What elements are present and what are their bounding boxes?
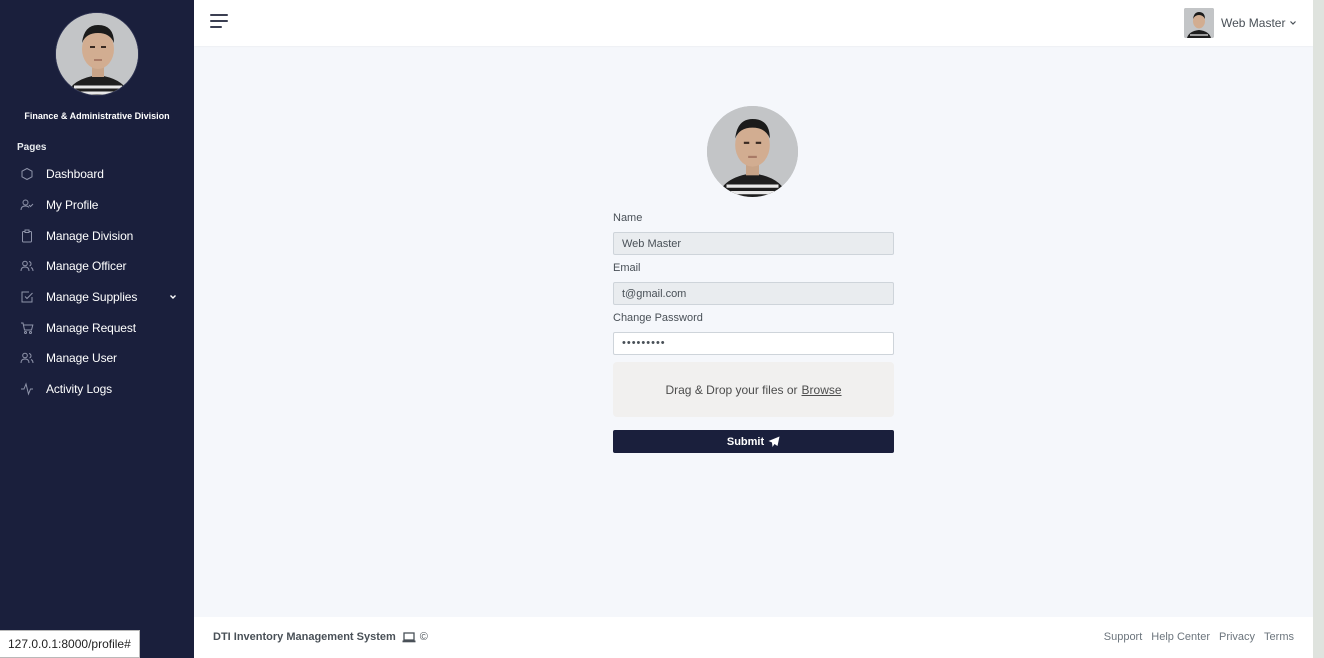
file-dropzone[interactable]: Drag & Drop your files or Browse [613,362,894,417]
laptop-icon [402,631,416,642]
sidebar-item-label: Manage Officer [46,259,127,274]
sidebar-item-label: Manage User [46,351,117,366]
name-field[interactable] [613,232,894,255]
hexagon-icon [21,168,33,181]
sidebar-item-manage-division[interactable]: Manage Division [0,220,194,251]
footer-system-name: DTI Inventory Management System [213,631,396,643]
sidebar-avatar [55,12,139,96]
browse-link[interactable]: Browse [802,383,842,397]
sidebar-item-manage-request[interactable]: Manage Request [0,312,194,343]
copyright-symbol: © [419,631,428,643]
activity-icon [21,382,33,396]
sidebar-item-manage-officer[interactable]: Manage Officer [0,251,194,282]
email-label: Email [613,262,641,274]
sidebar-item-label: Manage Division [46,228,134,243]
sidebar-nav: Dashboard My Profile Manage Division Man… [0,159,194,405]
password-label: Change Password [613,312,703,324]
user-avatar [1184,8,1214,38]
sidebar-item-my-profile[interactable]: My Profile [0,190,194,221]
chevron-down-icon [1290,21,1297,25]
topbar: Web Master [194,0,1313,46]
users-icon [20,261,34,272]
sidebar-item-label: Manage Supplies [46,290,138,305]
footer-link-support[interactable]: Support [1104,631,1143,643]
password-field[interactable]: ••••••••• [613,332,894,355]
user-name: Web Master [1221,16,1286,30]
profile-avatar [707,106,798,197]
sidebar-item-manage-user[interactable]: Manage User [0,343,194,374]
window-edge [1313,0,1324,658]
sidebar-item-label: Dashboard [46,167,104,182]
footer-link-privacy[interactable]: Privacy [1219,631,1255,643]
sidebar: Finance & Administrative Division Pages … [0,0,194,658]
footer-link-help-center[interactable]: Help Center [1151,631,1210,643]
footer: DTI Inventory Management System © Suppor… [194,617,1313,658]
sidebar-item-label: Manage Request [46,320,136,335]
sidebar-item-dashboard[interactable]: Dashboard [0,159,194,190]
footer-links: Support Help Center Privacy Terms [1095,631,1294,643]
users-icon [20,353,34,364]
sidebar-section-header: Pages [17,142,47,153]
submit-label: Submit [726,435,765,448]
organization-name: Finance & Administrative Division [24,111,170,121]
sidebar-item-activity-logs[interactable]: Activity Logs [0,374,194,405]
check-square-icon [21,291,33,303]
dropzone-text: Drag & Drop your files or [665,382,798,397]
paper-plane-icon [768,436,780,447]
name-label: Name [613,212,643,224]
email-field[interactable] [613,282,894,305]
footer-title: DTI Inventory Management System © [213,631,428,643]
browser-status-url: 127.0.0.1:8000/profile# [0,630,140,658]
chevron-down-icon[interactable] [168,292,178,302]
user-menu[interactable]: Web Master [1184,8,1297,38]
clipboard-icon [22,229,32,243]
sidebar-item-label: My Profile [46,198,99,213]
user-check-icon [20,199,34,211]
shopping-cart-icon [21,322,34,334]
sidebar-item-manage-supplies[interactable]: Manage Supplies [0,282,194,313]
hamburger-menu-icon[interactable] [210,14,230,32]
submit-button[interactable]: Submit [613,430,894,453]
sidebar-item-label: Activity Logs [46,382,113,397]
footer-link-terms[interactable]: Terms [1264,631,1294,643]
